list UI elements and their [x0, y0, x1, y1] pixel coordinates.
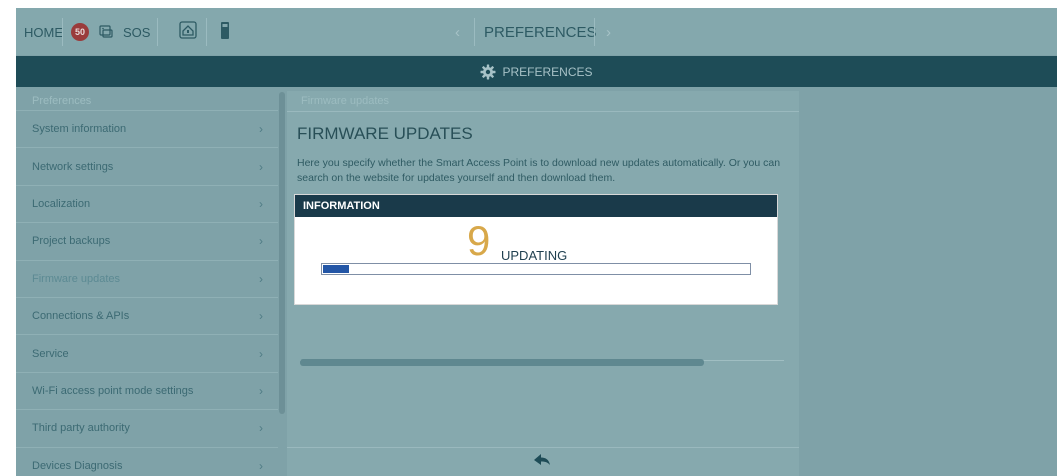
sidebar-heading: Preferences [16, 91, 278, 111]
home-button[interactable]: HOME [24, 25, 63, 40]
divider [474, 18, 475, 46]
chevron-right-icon: › [259, 458, 263, 473]
sidebar-item-localization[interactable]: Localization › [16, 186, 278, 224]
progress-bar [321, 263, 751, 275]
update-counter: 9 [467, 217, 491, 264]
top-bar: HOME 50 SOS ‹ PREFERENCES › [16, 8, 1057, 55]
chevron-right-icon: › [259, 271, 263, 286]
breadcrumb: Firmware updates [287, 91, 799, 112]
chevron-right-icon: › [259, 383, 263, 398]
sidebar-item-label: Localization [32, 197, 91, 210]
bottom-bar [287, 447, 799, 476]
section-header-title: PREFERENCES [502, 64, 593, 79]
sidebar-item-label: Third party authority [32, 422, 130, 435]
page-title: PREFERENCES [484, 24, 597, 41]
sidebar-item-label: Wi-Fi access point mode settings [32, 384, 194, 397]
divider [157, 18, 158, 46]
sidebar-item-label: Project backups [32, 235, 111, 248]
sidebar-item-label: Connections & APIs [32, 310, 130, 323]
divider [206, 18, 207, 46]
chevron-right-icon: › [259, 196, 263, 211]
chevron-right-icon: › [259, 234, 263, 249]
chevron-left-icon[interactable]: ‹ [455, 24, 460, 41]
chevron-right-icon: › [259, 421, 263, 436]
back-arrow-icon[interactable] [533, 453, 551, 474]
sidebar-item-label: Devices Diagnosis [32, 459, 123, 472]
chevron-right-icon: › [259, 122, 263, 137]
sidebar-item-wifi-ap-mode[interactable]: Wi-Fi access point mode settings › [16, 373, 278, 411]
gear-icon [480, 64, 496, 80]
sidebar-item-system-information[interactable]: System information › [16, 111, 278, 149]
sidebar-item-label: Network settings [32, 160, 114, 173]
update-status: UPDATING [501, 248, 568, 263]
app-window: HOME 50 SOS ‹ PREFERENCES › PREFERENCES … [16, 8, 1057, 476]
notification-badge[interactable]: 50 [71, 23, 89, 41]
chevron-right-icon: › [259, 346, 263, 361]
content-description: Here you specify whether the Smart Acces… [297, 157, 781, 184]
content-title: FIRMWARE UPDATES [297, 124, 473, 143]
chevron-right-icon[interactable]: › [606, 24, 611, 41]
progress-fill [323, 265, 349, 273]
divider [594, 18, 595, 46]
sos-button[interactable]: SOS [123, 25, 150, 40]
intercom-icon[interactable] [99, 21, 115, 44]
sidebar-item-project-backups[interactable]: Project backups › [16, 223, 278, 261]
sidebar-item-label: Service [32, 347, 69, 360]
section-header: PREFERENCES [16, 56, 1057, 87]
sidebar-item-label: Firmware updates [32, 272, 121, 285]
door-phone-icon[interactable] [220, 21, 230, 46]
chevron-right-icon: › [259, 309, 263, 324]
sidebar-item-service[interactable]: Service › [16, 335, 278, 373]
information-dialog: INFORMATION 9 UPDATING [294, 194, 778, 305]
sidebar-item-label: System information [32, 123, 127, 136]
sidebar-item-firmware-updates[interactable]: Firmware updates › [16, 261, 278, 298]
chevron-right-icon: › [259, 159, 263, 174]
divider [62, 18, 63, 46]
sidebar-item-network-settings[interactable]: Network settings › [16, 148, 278, 186]
sidebar: Preferences System information › Network… [16, 91, 278, 476]
sidebar-item-third-party-authority[interactable]: Third party authority › [16, 410, 278, 448]
sidebar-scrollbar[interactable] [279, 92, 285, 414]
house-alarm-icon[interactable] [179, 21, 197, 46]
dialog-title: INFORMATION [295, 195, 777, 217]
sidebar-item-connections-apis[interactable]: Connections & APIs › [16, 298, 278, 336]
sidebar-item-devices-diagnosis[interactable]: Devices Diagnosis › [16, 448, 278, 476]
horizontal-scrollbar[interactable] [300, 359, 704, 366]
